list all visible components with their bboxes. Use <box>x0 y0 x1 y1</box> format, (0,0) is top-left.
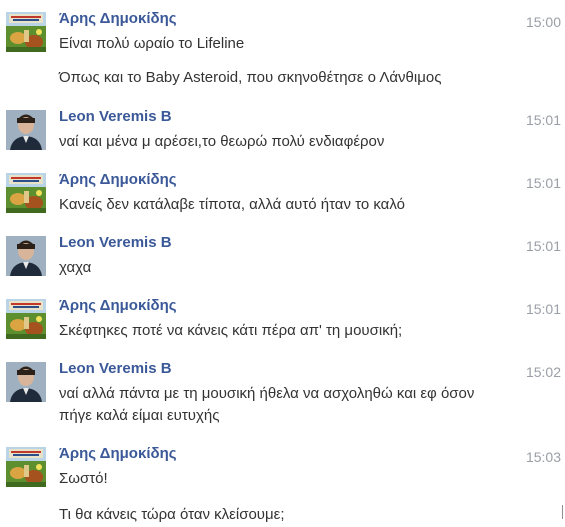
message-timestamp: 15:01 <box>525 238 561 254</box>
aris-avatar[interactable] <box>6 12 46 52</box>
leon-avatar[interactable] <box>6 362 46 402</box>
leon-avatar[interactable] <box>6 110 46 150</box>
message-text: πήγε καλά είμαι ευτυχής <box>59 407 220 424</box>
message-text: Σωστό! <box>59 470 108 487</box>
sender-name[interactable]: Άρης Δημοκίδης <box>59 171 177 189</box>
message-text: χαχα <box>59 259 92 276</box>
chat-thread: Άρης Δημοκίδης 15:00 Είναι πολύ ωραίο το… <box>0 0 565 527</box>
message-timestamp: 15:01 <box>525 301 561 317</box>
message-timestamp: 15:01 <box>525 175 561 191</box>
leon-avatar[interactable] <box>6 236 46 276</box>
message-timestamp: 15:03 <box>525 449 561 465</box>
message-text: ναί αλλά πάντα με τη μουσική ήθελα να ασ… <box>59 385 475 402</box>
aris-avatar[interactable] <box>6 173 46 213</box>
message-text: Είναι πολύ ωραίο το Lifeline <box>59 35 245 52</box>
sender-name[interactable]: Leon Veremis B <box>59 360 172 378</box>
sender-name[interactable]: Άρης Δημοκίδης <box>59 10 177 28</box>
message-timestamp: 15:02 <box>525 364 561 380</box>
scroll-edge-marker <box>562 505 563 519</box>
message-timestamp: 15:01 <box>525 112 561 128</box>
sender-name[interactable]: Leon Veremis B <box>59 108 172 126</box>
message-text: ναί και μένα μ αρέσει,το θεωρώ πολύ ενδι… <box>59 133 385 150</box>
message-text: Όπως και το Baby Asteroid, που σκηνοθέτη… <box>59 69 442 86</box>
aris-avatar[interactable] <box>6 447 46 487</box>
sender-name[interactable]: Leon Veremis B <box>59 234 172 252</box>
message-text: Κανείς δεν κατάλαβε τίποτα, αλλά αυτό ήτ… <box>59 196 405 213</box>
message-text: Τι θα κάνεις τώρα όταν κλείσουμε; <box>59 506 285 523</box>
aris-avatar[interactable] <box>6 299 46 339</box>
message-text: Σκέφτηκες ποτέ να κάνεις κάτι πέρα απ' τ… <box>59 322 403 339</box>
sender-name[interactable]: Άρης Δημοκίδης <box>59 445 177 463</box>
sender-name[interactable]: Άρης Δημοκίδης <box>59 297 177 315</box>
message-timestamp: 15:00 <box>525 14 561 30</box>
